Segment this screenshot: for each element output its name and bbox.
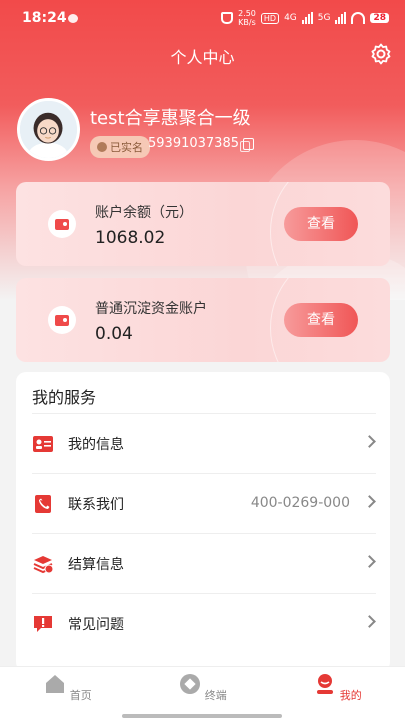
question-bubble-icon	[34, 616, 52, 632]
deposit-account-value: 0.04	[95, 324, 133, 344]
service-item-faq[interactable]: 常见问题	[32, 593, 376, 653]
network-speed: 2.50 KB/s	[238, 9, 256, 27]
page-title: 个人中心	[170, 48, 235, 67]
view-balance-button[interactable]: 查看	[284, 207, 358, 241]
home-icon	[46, 675, 65, 693]
phone-book-icon	[35, 495, 51, 513]
gear-icon[interactable]	[369, 42, 393, 66]
hd-badge: HD	[260, 12, 280, 24]
settlement-stack-icon	[33, 556, 54, 574]
user-profile-icon	[317, 674, 334, 694]
network-4g-label: 4G	[284, 13, 297, 23]
tab-mine[interactable]: 我的	[298, 673, 378, 703]
chevron-right-icon	[363, 495, 376, 508]
user-name: test合享惠聚合一级	[90, 108, 251, 129]
deposit-account-label: 普通沉淀资金账户	[95, 301, 207, 317]
status-time: 18:24	[22, 10, 67, 26]
battery-level: 28	[370, 13, 389, 23]
chevron-right-icon	[363, 435, 376, 448]
wechat-icon	[68, 14, 78, 23]
tab-home[interactable]: 首页	[28, 673, 108, 703]
service-label: 联系我们	[68, 497, 124, 513]
network-5g-label: 5G	[317, 13, 331, 23]
chevron-right-icon	[363, 615, 376, 628]
signal-icon	[335, 12, 347, 24]
balance-label: 账户余额（元）	[95, 205, 193, 221]
service-label: 常见问题	[68, 617, 124, 633]
balance-value: 1068.02	[95, 228, 166, 248]
contact-phone-number: 400-0269-000	[250, 495, 350, 511]
service-item-my-info[interactable]: 我的信息	[32, 413, 376, 473]
wallet-icon	[48, 210, 76, 238]
phone-text: 59391037385	[148, 136, 239, 151]
verified-badge: 已实名	[90, 136, 150, 158]
tab-label: 我的	[339, 689, 362, 702]
signal-icon	[301, 12, 313, 24]
tab-terminal[interactable]: 终端	[163, 673, 243, 703]
avatar[interactable]	[17, 98, 80, 161]
verified-icon	[97, 142, 107, 152]
mute-icon	[221, 12, 234, 24]
view-deposit-button[interactable]: 查看	[284, 303, 358, 337]
service-item-contact-us[interactable]: 联系我们 400-0269-000	[32, 473, 376, 533]
deposit-account-card: 普通沉淀资金账户 0.04 查看	[16, 278, 390, 362]
phone-number: 59391037385	[148, 136, 254, 152]
id-card-icon	[33, 436, 53, 452]
status-bar: 18:24 2.50 KB/s HD 4G 5G 28	[0, 0, 405, 38]
tab-label: 首页	[69, 689, 92, 702]
copy-icon[interactable]	[239, 137, 254, 152]
terminal-icon	[180, 674, 201, 694]
service-label: 结算信息	[68, 557, 124, 573]
services-title: 我的服务	[32, 388, 97, 407]
tab-label: 终端	[204, 689, 227, 702]
verified-label: 已实名	[110, 141, 143, 154]
chevron-right-icon	[363, 555, 376, 568]
wallet-icon	[48, 306, 76, 334]
wifi-icon	[351, 12, 366, 24]
bottom-tab-bar: 首页 终端 我的	[0, 666, 405, 720]
services-panel: 我的服务 我的信息 联系我们 400-0269-000 结算信息 常见问题	[16, 372, 390, 672]
home-indicator	[122, 714, 282, 718]
service-label: 我的信息	[68, 437, 124, 453]
service-item-settlement-info[interactable]: 结算信息	[32, 533, 376, 593]
balance-card: 账户余额（元） 1068.02 查看	[16, 182, 390, 266]
